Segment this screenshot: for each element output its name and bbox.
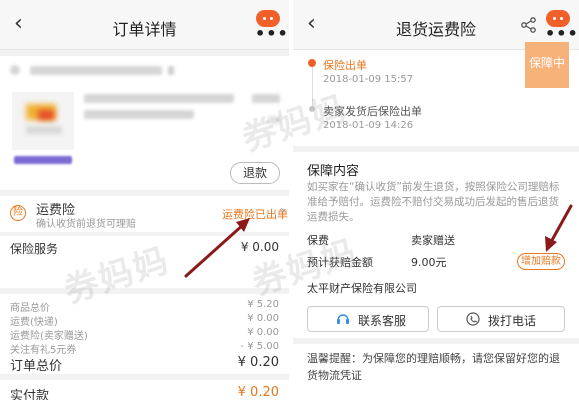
headset-icon (337, 314, 349, 324)
order-total-value: ¥ 0.20 (237, 355, 279, 370)
service-label: 保险服务 (10, 242, 59, 256)
insurance-row[interactable]: 险 运费险 确认收货前退货可理赔 运费险已出单 › (0, 196, 289, 232)
page-title: 订单详情 (112, 20, 177, 39)
call-phone-label: 拨打电话 (488, 314, 537, 328)
order-detail-screen: ‹ 订单详情 ••• 退款 险 运费险 确认收货前退货可理赔 运费险已出单 › (0, 0, 289, 400)
price-row-label: 商品总价 (10, 303, 50, 314)
price-row-label: 关注有礼5元券 (10, 345, 77, 356)
chevron-right-icon: › (280, 203, 286, 219)
timeline-time: 2018-01-09 14:26 (323, 120, 414, 131)
coverage-description: 如买家在“确认收货”前发生退货，按照保险公司理赔标准给予赔付。运费险不赔付交易成… (307, 181, 560, 223)
claim-amount: 9.00元 (411, 256, 447, 269)
insurance-desc: 确认收货前退货可理赔 (36, 219, 136, 230)
timeline-dot (309, 106, 315, 112)
more-icon: ••• (255, 24, 289, 43)
price-summary: 商品总价 ¥ 5.20 运费(快递) ¥ 0.00 运费险(卖家赠送) ¥ 0.… (0, 294, 289, 374)
increase-claim-button[interactable]: 增加赔款 (517, 253, 565, 270)
timeline-event: 卖家发货后保险出单 (323, 105, 422, 118)
order-total-label: 订单总价 (10, 359, 63, 374)
more-icon: ••• (545, 24, 579, 43)
refund-button[interactable]: 退款 (230, 162, 280, 184)
insurance-badge-icon: 险 (10, 205, 26, 221)
reminder-text: 温馨提醒：为保障您的理赔顺畅，请您保留好您的退货物流凭证 (307, 352, 560, 382)
reminder-section: 温馨提醒：为保障您的理赔顺畅，请您保留好您的退货物流凭证 (293, 344, 579, 400)
timeline-event: 保险出单 (323, 59, 367, 72)
service-value: ¥ 0.00 (240, 240, 279, 254)
price-row-label: 运费(快递) (10, 317, 58, 328)
contact-service-button[interactable]: 联系客服 (307, 306, 429, 332)
paid-row: 实付款 ¥ 0.20 (0, 380, 289, 400)
insurance-service-row: 保险服务 ¥ 0.00 (0, 236, 289, 288)
insurance-status[interactable]: 运费险已出单 (222, 206, 288, 222)
more-menu-button[interactable]: ••• (253, 10, 288, 42)
price-row-value: ¥ 0.00 (247, 313, 279, 324)
paid-label: 实付款 (10, 389, 50, 400)
contact-service-label: 联系客服 (358, 314, 407, 328)
premium-label: 保费 (307, 234, 329, 247)
call-phone-button[interactable]: 拨打电话 (437, 306, 565, 332)
coverage-status-badge: 保障中 (525, 42, 569, 88)
nav-bar: ‹ 订单详情 ••• (0, 0, 289, 50)
insurer-section: 太平财产保险有限公司 联系客服 拨打电话 (293, 276, 579, 338)
product-card: 退款 (0, 56, 289, 190)
return-shipping-insurance-screen: ‹ 退货运费险 ••• 保险出单 2018-01-09 15:57 卖家发货后保… (293, 0, 579, 400)
phone-icon (466, 312, 480, 326)
price-row-value: ¥ 0.00 (247, 327, 279, 338)
timeline-dot-active (308, 59, 316, 67)
paid-value: ¥ 0.20 (237, 385, 279, 400)
insurer-name: 太平财产保险有限公司 (307, 282, 417, 295)
share-icon[interactable] (521, 17, 537, 33)
coverage-heading: 保障内容 (307, 164, 360, 179)
more-menu-button[interactable]: ••• (543, 10, 578, 42)
price-row-value: ¥ 5.20 (247, 299, 279, 310)
product-thumbnail[interactable] (12, 92, 74, 150)
price-row-label: 运费险(卖家赠送) (10, 331, 88, 342)
premium-value: 卖家赠送 (411, 234, 455, 247)
price-row-value: - ¥ 5.00 (240, 341, 279, 352)
timeline-time: 2018-01-09 15:57 (323, 74, 414, 85)
claim-label: 预计获赔金额 (307, 256, 373, 269)
